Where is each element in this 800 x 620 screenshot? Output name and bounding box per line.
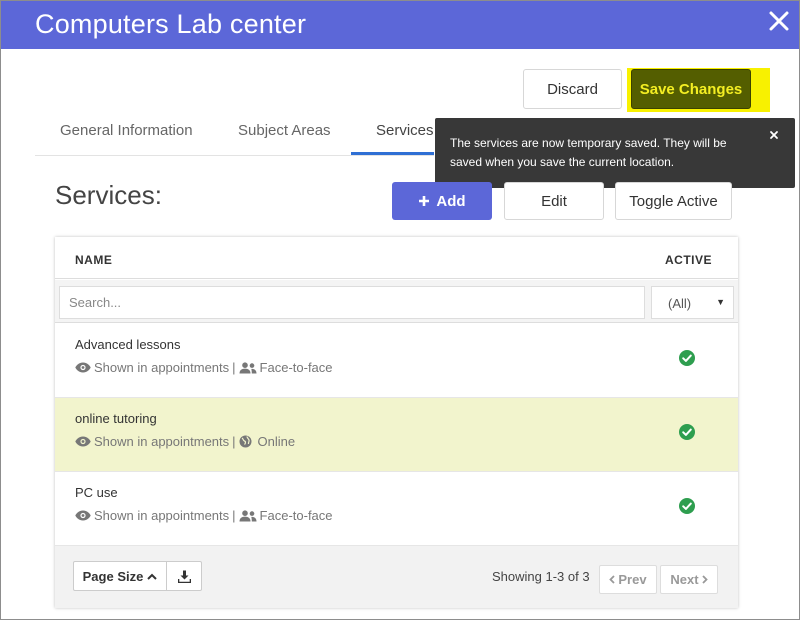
eye-icon <box>75 510 91 521</box>
service-meta: Shown in appointments | Online <box>75 434 295 449</box>
tab-subject-areas[interactable]: Subject Areas <box>238 122 331 139</box>
eye-icon <box>75 362 91 373</box>
service-meta: Shown in appointments | Face-to-face <box>75 508 333 523</box>
chevron-left-icon <box>609 575 616 584</box>
separator: | <box>232 360 236 375</box>
toggle-active-button[interactable]: Toggle Active <box>615 182 732 220</box>
prev-label: Prev <box>618 572 647 587</box>
prev-page-button[interactable]: Prev <box>599 565 657 594</box>
globe-icon <box>239 435 252 448</box>
mode-text: Face-to-face <box>259 508 333 523</box>
chevron-down-icon: ▼ <box>716 297 725 307</box>
separator: | <box>232 434 236 449</box>
plus-icon <box>419 196 430 206</box>
modal-header: Computers Lab center <box>1 1 799 49</box>
modal-window: Computers Lab center Discard Save Change… <box>0 0 800 620</box>
chevron-up-icon <box>147 573 158 580</box>
add-service-button[interactable]: Add <box>392 182 492 220</box>
column-header-name[interactable]: NAME <box>75 253 112 267</box>
mode-text: Online <box>257 434 296 449</box>
next-page-button[interactable]: Next <box>660 565 718 594</box>
notification-toast: The services are now temporary saved. Th… <box>435 118 795 188</box>
column-header-active[interactable]: ACTIVE <box>665 253 712 267</box>
active-check-icon <box>679 498 695 514</box>
filter-row: (All) ▼ <box>55 280 738 323</box>
tab-general-information[interactable]: General Information <box>60 122 193 139</box>
service-meta: Shown in appointments | Face-to-face <box>75 360 333 375</box>
table-footer: Page Size Showing 1-3 of 3 Prev Next <box>55 546 738 608</box>
download-icon <box>177 570 191 583</box>
close-icon[interactable] <box>767 9 791 33</box>
chevron-right-icon <box>701 575 708 584</box>
active-filter-value: (All) <box>668 296 692 311</box>
active-tab-indicator <box>351 152 434 155</box>
tab-services[interactable]: Services <box>376 122 434 139</box>
users-icon <box>239 509 257 521</box>
download-button[interactable] <box>166 561 202 591</box>
eye-icon <box>75 436 91 447</box>
visibility-text: Shown in appointments <box>94 434 230 449</box>
toast-message: The services are now temporary saved. Th… <box>450 136 727 169</box>
page-size-label: Page Size <box>82 568 144 584</box>
table-row[interactable]: Advanced lessons Shown in appointments |… <box>55 324 738 398</box>
active-filter-select[interactable]: (All) ▼ <box>651 286 734 319</box>
page-title: Computers Lab center <box>35 9 307 39</box>
save-changes-button[interactable]: Save Changes <box>631 69 751 109</box>
visibility-text: Shown in appointments <box>94 508 230 523</box>
services-table: NAME ACTIVE (All) ▼ Advanced lessons Sho… <box>55 237 738 608</box>
discard-button[interactable]: Discard <box>523 69 622 109</box>
users-icon <box>239 361 257 373</box>
toast-close-icon[interactable] <box>768 128 780 140</box>
table-header: NAME ACTIVE <box>55 237 738 279</box>
table-row[interactable]: PC use Shown in appointments | Face-to-f… <box>55 472 738 546</box>
search-input[interactable] <box>59 286 645 319</box>
mode-text: Face-to-face <box>259 360 333 375</box>
service-name: online tutoring <box>75 411 157 426</box>
tab-bar: General Information Subject Areas Servic… <box>35 114 434 156</box>
separator: | <box>232 508 236 523</box>
active-check-icon <box>679 350 695 366</box>
next-label: Next <box>670 572 699 587</box>
services-title: Services: <box>55 180 162 210</box>
table-row[interactable]: online tutoring Shown in appointments | … <box>55 398 738 472</box>
pagination-status: Showing 1-3 of 3 <box>492 569 590 584</box>
page-size-button[interactable]: Page Size <box>73 561 167 591</box>
service-name: PC use <box>75 485 118 500</box>
service-name: Advanced lessons <box>75 337 181 352</box>
active-check-icon <box>679 424 695 440</box>
visibility-text: Shown in appointments <box>94 360 230 375</box>
add-label: Add <box>436 192 466 210</box>
edit-button[interactable]: Edit <box>504 182 604 220</box>
